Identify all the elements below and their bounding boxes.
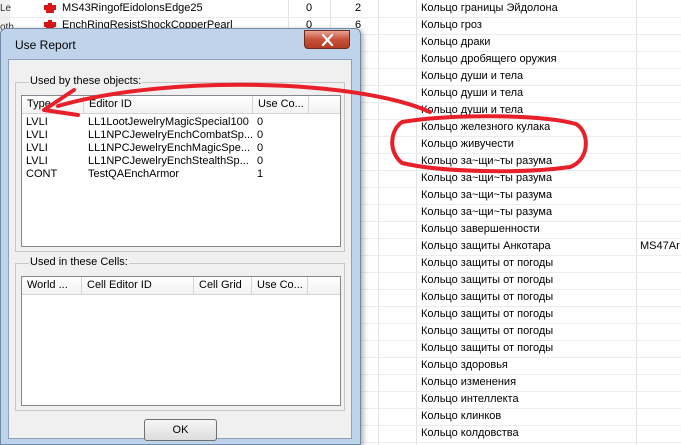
item-name-cell: Кольцо защиты от погоды [421,325,554,337]
item-name-cell: Кольцо за~щи~ты разума [421,155,553,167]
list-item[interactable]: CONT TestQAEnchArmor 1 [22,168,340,181]
use-count-cell: 0 [257,116,264,128]
red-armor-icon [44,3,56,13]
editor-id-cell: LL1NPCJewelryEnchCombatSp... [88,129,253,141]
item-name-cell: Кольцо здоровья [421,359,508,371]
item-name-cell: Кольцо железного кулака [421,121,551,133]
dialog-title: Use Report [15,38,76,52]
type-cell: LVLI [26,116,48,128]
used-by-header: Type Editor ID Use Co... [22,96,340,114]
dialog-title-bar[interactable]: Use Report [1,29,360,59]
column-header-use-count[interactable]: Use Co... [252,277,308,294]
use-count-cell: 0 [257,155,264,167]
close-button[interactable] [304,30,350,49]
item-name-cell: Кольцо души и тела [421,70,524,82]
column-header-cell-editor-id[interactable]: Cell Editor ID [82,277,194,294]
item-name-cell: Кольцо защиты от погоды [421,291,554,303]
editor-id-cell: LL1NPCJewelryEnchMagicSpe... [88,142,251,154]
column-header-editor-id[interactable]: Editor ID [84,96,253,113]
column-header-type[interactable]: Type [22,96,84,113]
used-by-list[interactable]: Type Editor ID Use Co... LVLI LL1LootJewe… [21,95,341,247]
dialog-client-area: Used by these objects: Type Editor ID Us… [8,59,352,441]
item-name-cell: Кольцо гроз [421,19,482,31]
type-cell: LVLI [26,129,48,141]
item-name-cell: Кольцо живучести [421,138,514,150]
count-cell: 0 [305,2,313,14]
extra-cell: MS47Ar [640,240,680,252]
used-in-list[interactable]: World ... Cell Editor ID Cell Grid Use C… [21,276,341,406]
ok-button[interactable]: OK [144,419,217,441]
use-count-cell: 0 [257,129,264,141]
item-name-cell: Кольцо защиты Анкотара [421,240,551,252]
item-name-cell: Кольцо клинков [421,410,502,422]
list-item[interactable]: LVLI LL1NPCJewelryEnchMagicSpe... 0 [22,142,340,155]
editor-id-cell: MS43RingofEidolonsEdge25 [62,2,203,14]
list-item[interactable]: LVLI LL1LootJewelryMagicSpecial100 0 [22,116,340,129]
item-name-cell: Кольцо защиты от погоды [421,257,554,269]
type-cell: CONT [26,168,58,180]
list-item[interactable]: LVLI LL1NPCJewelryEnchStealthSp... 0 [22,155,340,168]
column-header-cell-grid[interactable]: Cell Grid [194,277,252,294]
editor-id-cell: LL1NPCJewelryEnchStealthSp... [88,155,249,167]
item-name-cell: Кольцо дробящего оружия [421,53,557,65]
item-name-cell: Кольцо защиты от погоды [421,308,554,320]
item-name-cell: Кольцо за~щи~ты разума [421,189,553,201]
item-name-cell: Кольцо изменения [421,376,517,388]
item-name-cell: Кольцо души и тела [421,87,524,99]
type-cell: LVLI [26,155,48,167]
count-cell: 2 [354,2,362,14]
item-name-cell: Кольцо колдовства [421,427,519,439]
used-in-label: Used in these Cells: [29,256,129,268]
type-cell: LVLI [26,142,48,154]
list-item[interactable]: LVLI LL1NPCJewelryEnchCombatSp... 0 [22,129,340,142]
column-header-use-count[interactable]: Use Co... [253,96,309,113]
table-row[interactable]: MS43RingofEidolonsEdge25 0 2 Кольцо границы… [0,0,681,18]
item-name-cell: Кольцо границы Эйдолона [421,2,558,14]
editor-id-cell: TestQAEnchArmor [88,168,180,180]
item-name-cell: Кольцо за~щи~ты разума [421,206,553,218]
close-icon [321,34,334,46]
item-name-cell: Кольцо интеллекта [421,393,519,405]
use-count-cell: 1 [257,168,264,180]
use-count-cell: 0 [257,142,264,154]
used-in-header: World ... Cell Editor ID Cell Grid Use C… [22,277,340,295]
used-by-label: Used by these objects: [29,75,143,87]
item-name-cell: Кольцо души и тела [421,104,524,116]
column-header-world[interactable]: World ... [22,277,82,294]
editor-id-cell: LL1LootJewelryMagicSpecial100 [88,116,249,128]
item-name-cell: Кольцо защиты от погоды [421,274,554,286]
item-name-cell: Кольцо драки [421,36,491,48]
use-report-dialog: Use Report Used by these objects: Type E… [0,28,361,445]
item-name-cell: Кольцо завершенности [421,223,540,235]
item-name-cell: Кольцо защиты от погоды [421,342,554,354]
item-name-cell: Кольцо за~щи~ты разума [421,172,553,184]
